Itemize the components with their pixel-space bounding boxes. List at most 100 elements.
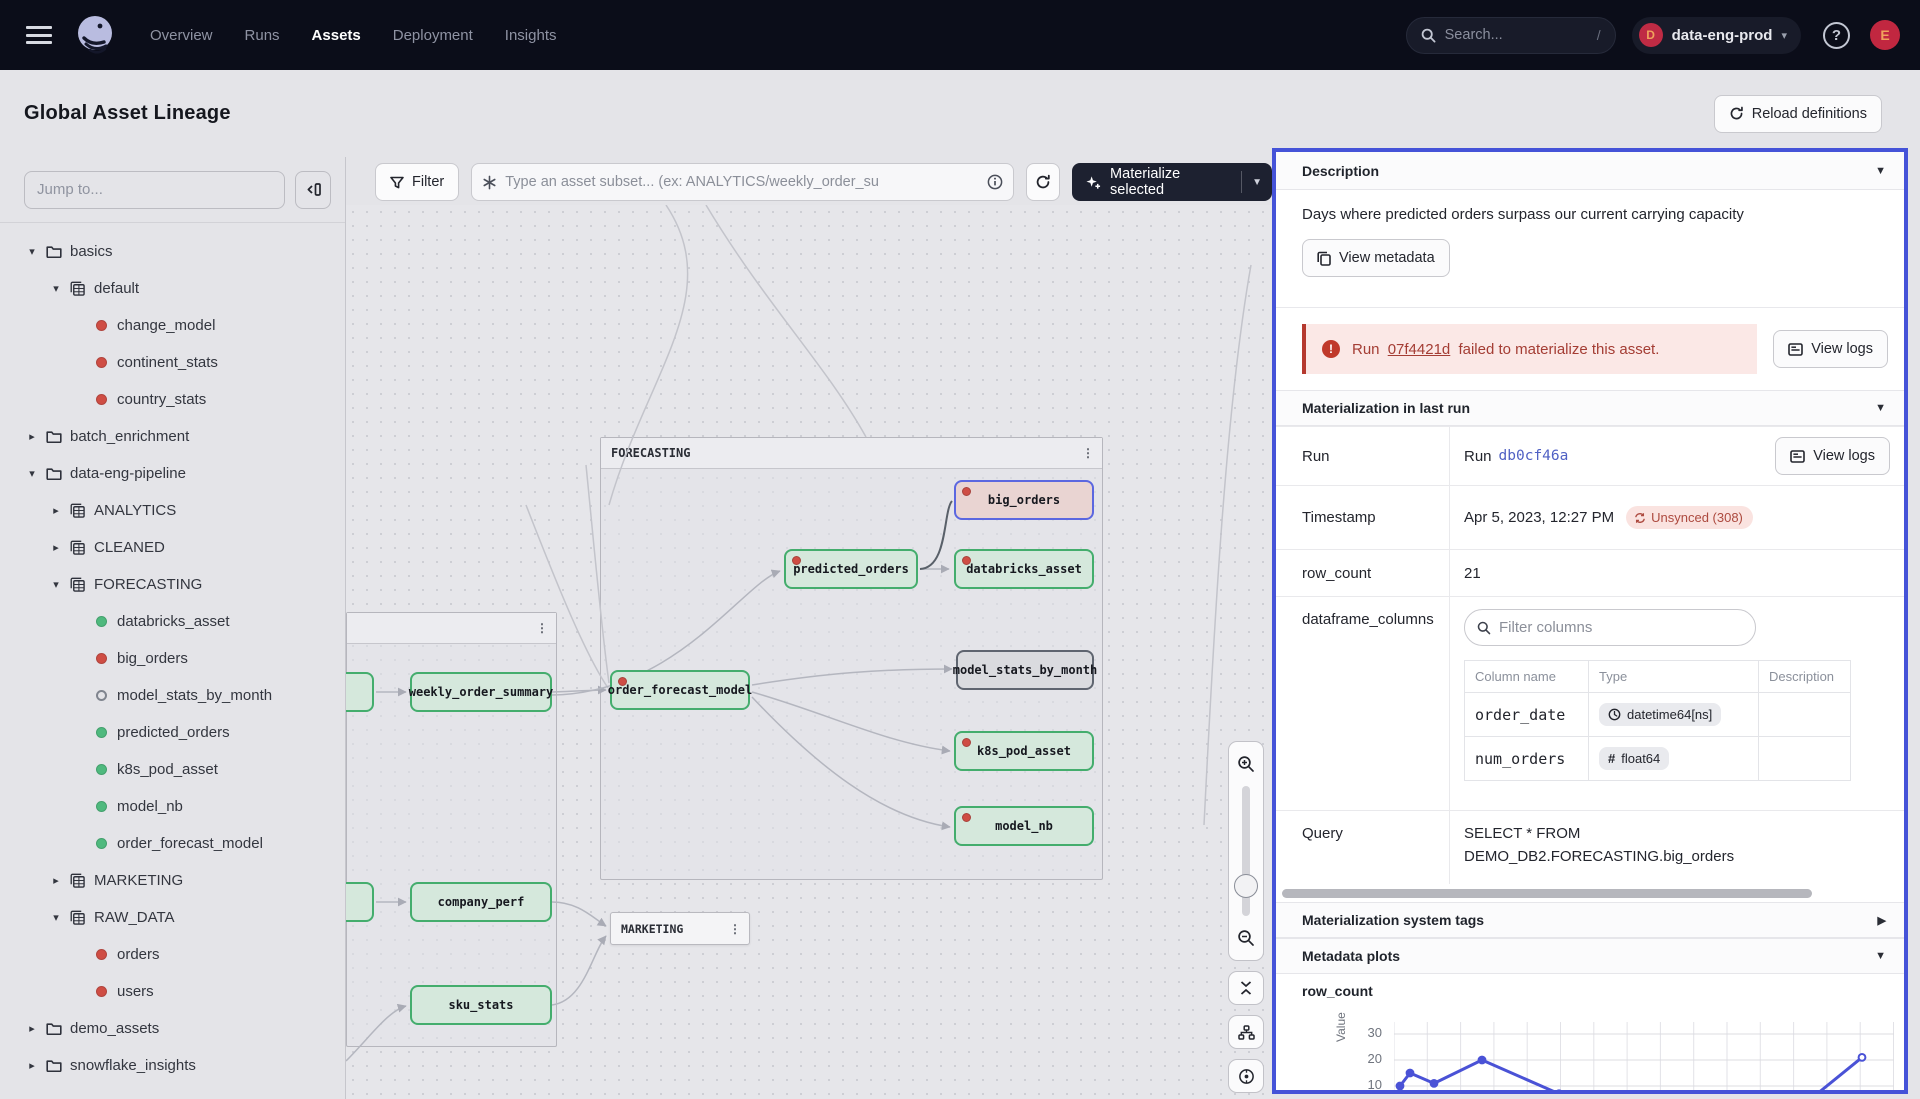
caret-down-icon[interactable]: ▾ (48, 578, 64, 591)
system-tags-section-header[interactable]: Materialization system tags ▶ (1276, 902, 1904, 938)
asset-group-icon (70, 873, 86, 889)
sidebar-item-continent_stats[interactable]: continent_stats (0, 344, 345, 381)
chevron-down-icon[interactable]: ▼ (1875, 165, 1886, 177)
search-icon (1477, 621, 1491, 635)
sidebar-item-big_orders[interactable]: big_orders (0, 640, 345, 677)
hamburger-menu-icon[interactable] (26, 26, 52, 44)
sidebar-item-FORECASTING[interactable]: ▾FORECASTING (0, 566, 345, 603)
nav-item-deployment[interactable]: Deployment (393, 27, 473, 44)
filter-button[interactable]: Filter (375, 163, 459, 201)
dagster-logo-icon[interactable] (74, 14, 116, 56)
help-icon[interactable]: ? (1823, 22, 1850, 49)
sidebar-item-change_model[interactable]: change_model (0, 307, 345, 344)
row-count-line-chart (1394, 1008, 1894, 1090)
run-id-link[interactable]: db0cf46a (1499, 448, 1569, 464)
nav-item-insights[interactable]: Insights (505, 27, 557, 44)
caret-right-icon[interactable]: ▸ (24, 1059, 40, 1072)
filter-columns-input[interactable] (1499, 619, 1743, 636)
zoom-out-icon[interactable] (1228, 922, 1264, 954)
asset-node-model_stats_by_month[interactable]: model_stats_by_month (956, 650, 1094, 690)
sidebar-item-CLEANED[interactable]: ▸CLEANED (0, 529, 345, 566)
caret-right-icon[interactable]: ▸ (48, 874, 64, 887)
sidebar-item-orders[interactable]: orders (0, 936, 345, 973)
zoom-slider-handle[interactable] (1234, 874, 1258, 898)
sidebar-item-RAW_DATA[interactable]: ▾RAW_DATA (0, 899, 345, 936)
caret-down-icon[interactable]: ▾ (48, 911, 64, 924)
chevron-down-icon[interactable]: ▼ (1875, 950, 1886, 962)
asset-node-partial[interactable] (346, 672, 374, 712)
asset-node-big_orders[interactable]: big_orders (954, 480, 1094, 520)
asset-node-model_nb[interactable]: model_nb (954, 806, 1094, 846)
reload-definitions-button[interactable]: Reload definitions (1714, 95, 1882, 133)
sidebar-item-data-eng-pipeline[interactable]: ▾data-eng-pipeline (0, 455, 345, 492)
deployment-switcher[interactable]: D data-eng-prod ▾ (1632, 17, 1801, 54)
view-logs-button[interactable]: View logs (1773, 330, 1888, 368)
caret-right-icon[interactable]: ▸ (24, 430, 40, 443)
refresh-graph-button[interactable] (1026, 163, 1061, 201)
info-icon[interactable] (987, 174, 1003, 190)
sidebar-item-default[interactable]: ▾default (0, 270, 345, 307)
chart-y-tick: 10 (1348, 1077, 1382, 1092)
metadata-plots-section-header[interactable]: Metadata plots ▼ (1276, 938, 1904, 974)
sidebar-item-batch_enrichment[interactable]: ▸batch_enrichment (0, 418, 345, 455)
timestamp-row-label: Timestamp (1276, 486, 1450, 549)
sidebar-item-users[interactable]: users (0, 973, 345, 1010)
asset-node-company_perf[interactable]: company_perf (410, 882, 552, 922)
sidebar-item-predicted_orders[interactable]: predicted_orders (0, 714, 345, 751)
asset-node-sku_stats[interactable]: sku_stats (410, 985, 552, 1025)
sidebar-item-ANALYTICS[interactable]: ▸ANALYTICS (0, 492, 345, 529)
jump-to-input[interactable] (24, 171, 285, 209)
caret-right-icon[interactable]: ▸ (48, 541, 64, 554)
sidebar-item-order_forecast_model[interactable]: order_forecast_model (0, 825, 345, 862)
asset-node-k8s_pod_asset[interactable]: k8s_pod_asset (954, 731, 1094, 771)
nav-item-overview[interactable]: Overview (150, 27, 213, 44)
caret-right-icon[interactable]: ▸ (24, 1022, 40, 1035)
asset-node-databricks_asset[interactable]: databricks_asset (954, 549, 1094, 589)
caret-down-icon[interactable]: ▾ (24, 467, 40, 480)
sidebar-item-basics[interactable]: ▾basics (0, 233, 345, 270)
failed-run-link[interactable]: 07f4421d (1388, 341, 1451, 358)
view-logs-button[interactable]: View logs (1775, 437, 1890, 475)
sidebar-item-k8s_pod_asset[interactable]: k8s_pod_asset (0, 751, 345, 788)
horizontal-scrollbar-thumb[interactable] (1282, 889, 1812, 898)
node-label: model_stats_by_month (953, 663, 1098, 677)
recenter-icon[interactable] (1228, 1059, 1264, 1093)
unsynced-badge[interactable]: Unsynced (308) (1626, 506, 1753, 529)
sidebar-item-snowflake_insights[interactable]: ▸ snowflake_insights (0, 1047, 345, 1084)
materialize-selected-button[interactable]: Materialize selected ▼ (1072, 163, 1272, 201)
collapse-groups-icon[interactable] (1228, 971, 1264, 1005)
sidebar-item-label: users (117, 983, 154, 1000)
asset-node-weekly_order_summary[interactable]: weekly_order_summary (410, 672, 552, 712)
materialize-dropdown-caret[interactable]: ▼ (1242, 177, 1272, 188)
sidebar-item-model_stats_by_month[interactable]: model_stats_by_month (0, 677, 345, 714)
sidebar-item-MARKETING[interactable]: ▸MARKETING (0, 862, 345, 899)
description-section-header[interactable]: Description ▼ (1276, 152, 1904, 190)
chevron-right-icon[interactable]: ▶ (1878, 914, 1886, 927)
zoom-slider[interactable] (1242, 786, 1250, 916)
caret-down-icon[interactable]: ▾ (24, 245, 40, 258)
collapse-sidebar-icon[interactable] (295, 171, 331, 209)
user-avatar[interactable]: E (1870, 20, 1900, 50)
zoom-controls (1228, 741, 1264, 1093)
global-search-input[interactable]: Search... / (1406, 17, 1616, 54)
asset-node-predicted_orders[interactable]: predicted_orders (784, 549, 918, 589)
asset-subset-input[interactable] (505, 174, 978, 190)
nav-item-runs[interactable]: Runs (245, 27, 280, 44)
chevron-down-icon[interactable]: ▼ (1875, 402, 1886, 414)
nav-item-assets[interactable]: Assets (312, 27, 361, 44)
sidebar-item-label: snowflake_insights (70, 1057, 196, 1074)
sidebar-item-demo_assets[interactable]: ▸demo_assets (0, 1010, 345, 1047)
layout-tree-icon[interactable] (1228, 1015, 1264, 1049)
zoom-in-icon[interactable] (1228, 748, 1264, 780)
materialization-section-header[interactable]: Materialization in last run ▼ (1276, 390, 1904, 426)
folder-icon (46, 466, 62, 482)
asset-node-partial[interactable] (346, 882, 374, 922)
graph-canvas[interactable]: ⋮FORECASTING⋮MARKETING⋮ (346, 205, 1272, 1099)
view-metadata-button[interactable]: View metadata (1302, 239, 1450, 277)
sidebar-item-databricks_asset[interactable]: databricks_asset (0, 603, 345, 640)
caret-right-icon[interactable]: ▸ (48, 504, 64, 517)
sidebar-item-model_nb[interactable]: model_nb (0, 788, 345, 825)
sidebar-item-country_stats[interactable]: country_stats (0, 381, 345, 418)
asset-node-order_forecast_model[interactable]: order_forecast_model (610, 670, 750, 710)
caret-down-icon[interactable]: ▾ (48, 282, 64, 295)
